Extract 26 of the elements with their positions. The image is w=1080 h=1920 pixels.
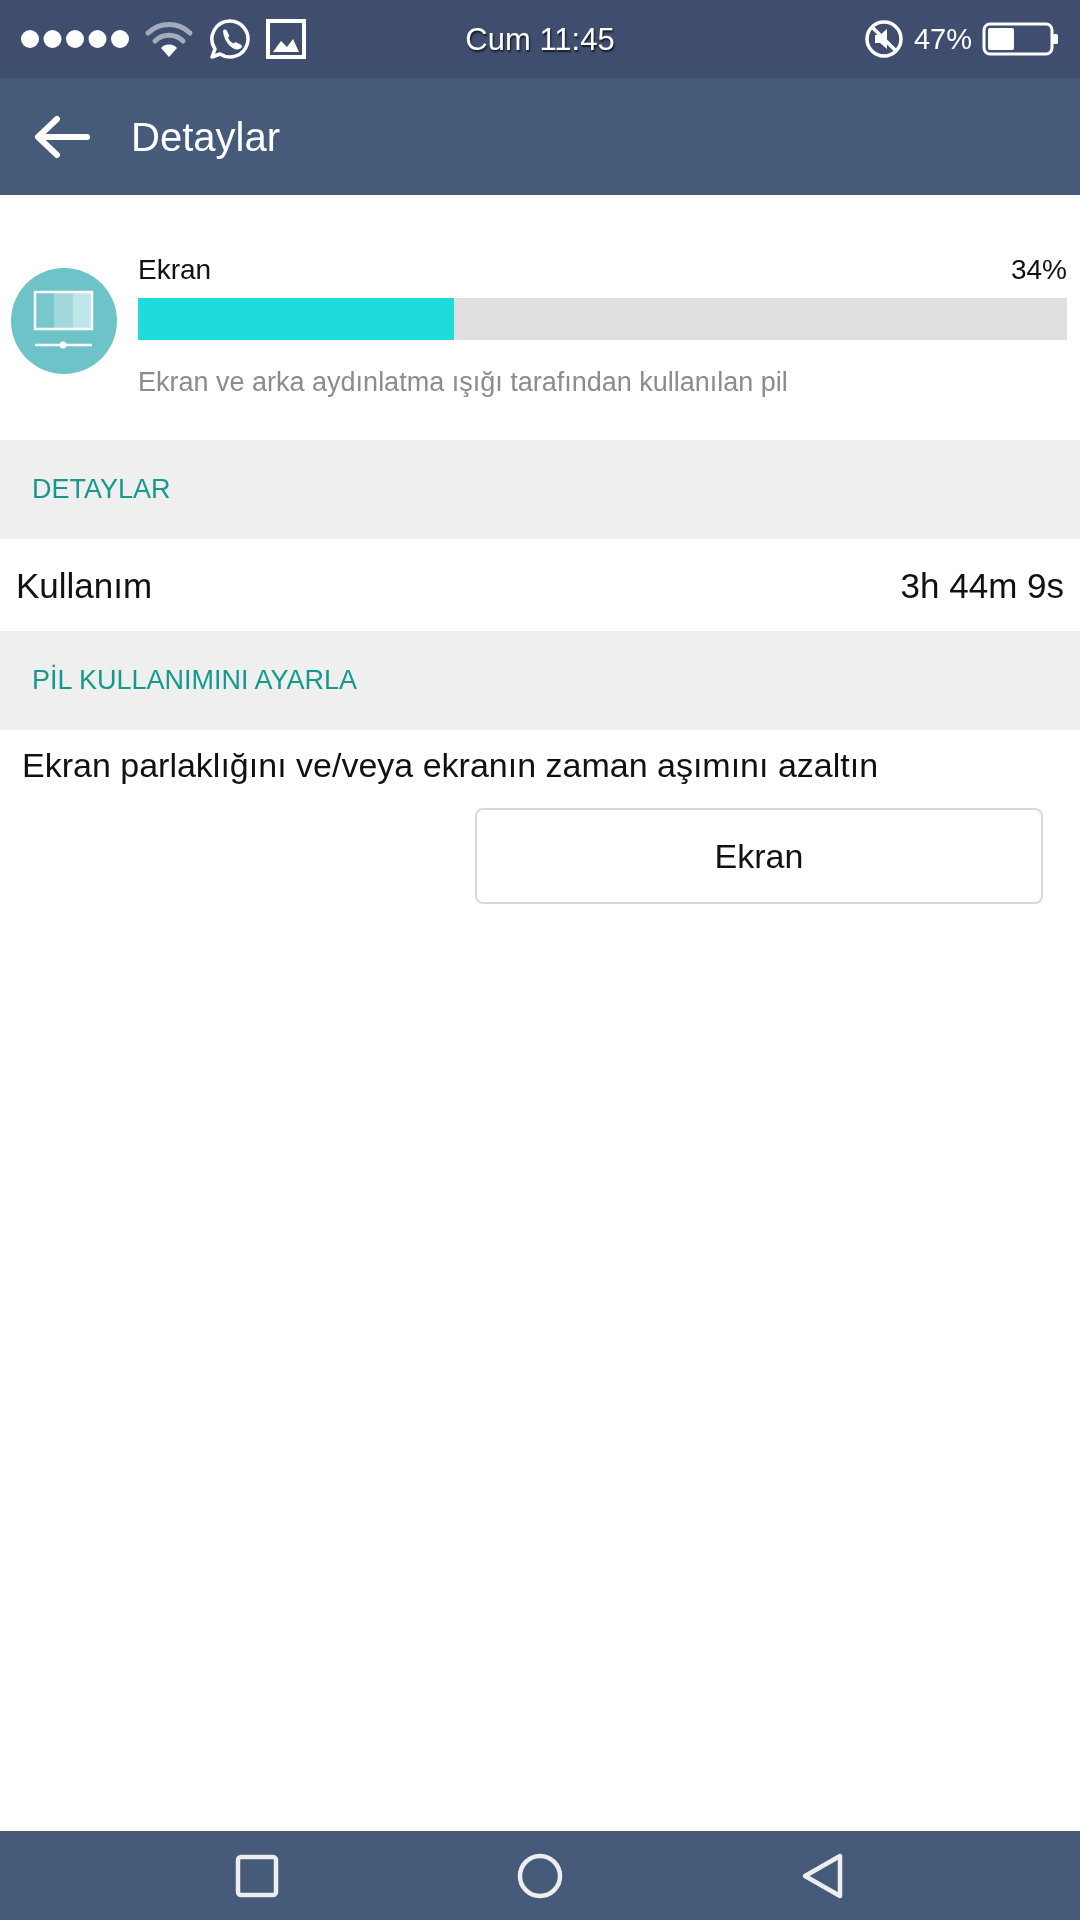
- action-button[interactable]: Ekran: [475, 808, 1043, 904]
- row-label: Kullanım: [16, 567, 153, 603]
- circle-icon: [517, 1852, 563, 1899]
- row-text: Ekran parlaklığını ve/veya ekranın zaman aşımını azaltın: [21, 745, 880, 786]
- recents-button[interactable]: [235, 1853, 279, 1898]
- page-title: Detaylar: [131, 116, 280, 157]
- home-button[interactable]: [517, 1852, 563, 1899]
- square-icon: [235, 1853, 279, 1898]
- battery-icon: [982, 22, 1060, 56]
- back-arrow-icon: [33, 114, 91, 159]
- usage-name: Ekran: [138, 253, 212, 287]
- status-time: Cum 11:45: [465, 23, 615, 55]
- back-nav-button[interactable]: [801, 1851, 845, 1900]
- screen-icon: [11, 268, 117, 374]
- image-icon: [266, 19, 306, 59]
- back-button[interactable]: [33, 114, 91, 159]
- usage-percent: 34%: [1010, 253, 1067, 287]
- battery-percent: 47%: [913, 24, 972, 54]
- wifi-icon: [144, 19, 194, 59]
- signal-dots-icon: [20, 29, 130, 49]
- row-value: 3h 44m 9s: [900, 567, 1064, 603]
- triangle-icon: [801, 1851, 845, 1900]
- section-title: DETAYLAR: [32, 476, 171, 503]
- mute-icon: [863, 19, 904, 59]
- chat-bubble-icon: [208, 17, 252, 61]
- usage-description: Ekran ve arka aydınlatma ışığı tarafından kullanılan pil: [138, 366, 789, 399]
